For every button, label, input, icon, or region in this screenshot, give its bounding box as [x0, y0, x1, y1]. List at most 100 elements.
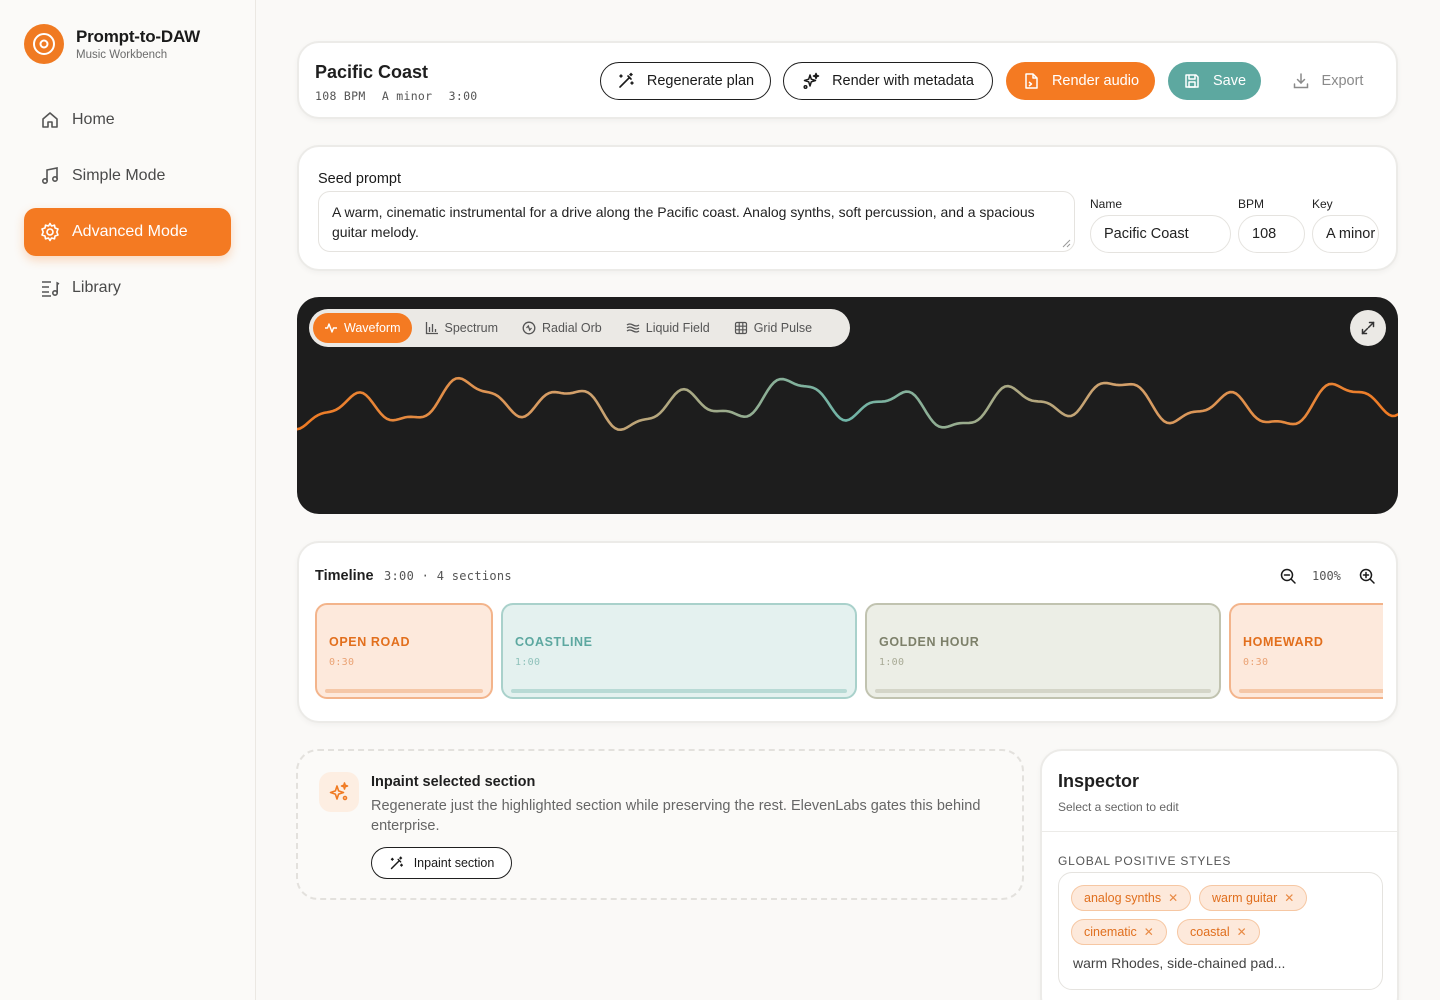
fullscreen-button[interactable] — [1350, 310, 1386, 346]
app-subtitle: Music Workbench — [76, 49, 168, 61]
save-button[interactable]: Save — [1168, 62, 1261, 100]
section-name: COASTLINE — [515, 635, 593, 649]
render-with-metadata-label: Render with metadata — [832, 73, 974, 89]
section-block[interactable]: HOMEWARD 0:30 — [1229, 603, 1383, 699]
sparkles-icon — [803, 72, 820, 90]
tab-label: Waveform — [344, 321, 401, 335]
style-tag[interactable]: coastal ✕ — [1177, 919, 1260, 945]
sparkles-icon — [319, 772, 359, 812]
timeline-sections: OPEN ROAD 0:30 COASTLINE 1:00 GOLDEN HOU… — [315, 603, 1383, 699]
section-block[interactable]: COASTLINE 1:00 — [501, 603, 857, 699]
waves-icon — [626, 323, 640, 333]
section-duration: 1:00 — [515, 657, 541, 668]
section-progress — [325, 689, 483, 693]
bpm-field-label: BPM — [1238, 197, 1265, 211]
timeline-card: Timeline 3:00 · 4 sections 100% OPEN ROA… — [297, 541, 1398, 723]
seed-prompt-textarea[interactable]: A warm, cinematic instrumental for a dri… — [318, 191, 1075, 252]
sidebar-item-advanced-mode[interactable]: Advanced Mode — [24, 208, 231, 256]
sidebar-item-label: Simple Mode — [72, 167, 166, 184]
style-tag[interactable]: warm guitar ✕ — [1199, 885, 1308, 911]
section-name: HOMEWARD — [1243, 635, 1324, 649]
remove-tag-icon[interactable]: ✕ — [1144, 925, 1154, 939]
tab-label: Radial Orb — [542, 321, 602, 335]
seed-prompt-label: Seed prompt — [318, 171, 402, 187]
section-block[interactable]: OPEN ROAD 0:30 — [315, 603, 493, 699]
render-audio-button[interactable]: Render audio — [1006, 62, 1155, 100]
tab-spectrum[interactable]: Spectrum — [414, 313, 510, 343]
zoom-out-icon[interactable] — [1279, 567, 1297, 585]
inpaint-description: Regenerate just the highlighted section … — [371, 798, 981, 834]
section-name: GOLDEN HOUR — [879, 635, 980, 649]
remove-tag-icon[interactable]: ✕ — [1168, 891, 1178, 905]
project-duration: 3:00 — [448, 89, 478, 103]
brand[interactable]: Prompt-to-DAW Music Workbench — [24, 24, 200, 64]
save-icon — [1185, 74, 1199, 88]
timeline-title: Timeline — [315, 568, 374, 584]
style-text-input[interactable]: warm Rhodes, side-chained pad... — [1073, 955, 1285, 971]
inpaint-title: Inpaint selected section — [371, 774, 536, 790]
tab-label: Spectrum — [444, 321, 499, 335]
sidebar-item-home[interactable]: Home — [24, 96, 231, 144]
inpaint-section-button[interactable]: Inpaint section — [371, 847, 512, 879]
style-tag[interactable]: cinematic ✕ — [1071, 919, 1167, 945]
grid-icon — [734, 321, 747, 335]
tab-label: Liquid Field — [645, 321, 710, 335]
inspector-title: Inspector — [1058, 771, 1140, 791]
key-input[interactable]: A minor — [1312, 215, 1379, 253]
regenerate-plan-button[interactable]: Regenerate plan — [600, 62, 771, 100]
gear-icon — [41, 222, 59, 242]
style-tag[interactable]: analog synths ✕ — [1071, 885, 1192, 911]
tab-radial-orb[interactable]: Radial Orb — [511, 313, 613, 343]
zoom-in-icon[interactable] — [1358, 567, 1376, 585]
project-title: Pacific Coast — [315, 62, 429, 82]
sidebar-item-simple-mode[interactable]: Simple Mode — [24, 152, 231, 200]
inpaint-card: Inpaint selected section Regenerate just… — [296, 749, 1024, 900]
name-input[interactable]: Pacific Coast — [1090, 215, 1231, 253]
style-tag-label: warm guitar — [1212, 891, 1278, 905]
sidebar: Prompt-to-DAW Music Workbench Home Simpl… — [0, 0, 256, 1000]
seed-prompt-card: Seed prompt A warm, cinematic instrument… — [297, 145, 1398, 271]
style-tag-label: cinematic — [1084, 925, 1137, 939]
remove-tag-icon[interactable]: ✕ — [1284, 891, 1294, 905]
inpaint-section-label: Inpaint section — [413, 856, 495, 870]
waveform-icon — [325, 323, 337, 333]
render-with-metadata-button[interactable]: Render with metadata — [783, 62, 993, 100]
remove-tag-icon[interactable]: ✕ — [1237, 925, 1247, 939]
styles-tag-input[interactable]: analog synths ✕ warm guitar ✕ cinematic ✕ c… — [1058, 872, 1383, 990]
waveform-line — [297, 376, 1398, 432]
save-label: Save — [1212, 73, 1247, 89]
inspector-subtitle: Select a section to edit — [1058, 800, 1179, 814]
sidebar-item-library[interactable]: Library — [24, 264, 231, 312]
style-tag-label: coastal — [1190, 925, 1230, 939]
resize-handle-icon[interactable] — [1062, 239, 1071, 248]
seed-prompt-text: A warm, cinematic instrumental for a dri… — [332, 204, 1035, 240]
bar-chart-icon — [425, 322, 438, 335]
section-name: OPEN ROAD — [329, 635, 411, 649]
timeline-meta: 3:00 · 4 sections — [384, 569, 512, 583]
project-header: Pacific Coast 108 BPM A minor 3:00 Regen… — [297, 41, 1398, 119]
project-key: A minor — [381, 89, 433, 103]
style-tag-label: analog synths — [1084, 891, 1162, 905]
render-file-icon — [1025, 73, 1038, 89]
home-icon — [42, 112, 58, 128]
tab-waveform[interactable]: Waveform — [313, 313, 412, 343]
timeline-duration: 3:00 — [384, 569, 415, 583]
expand-icon — [1361, 321, 1375, 335]
export-label: Export — [1321, 73, 1364, 89]
export-button[interactable]: Export — [1280, 62, 1375, 100]
sidebar-item-label: Advanced Mode — [72, 223, 188, 240]
project-meta: 108 BPM A minor 3:00 — [315, 89, 487, 103]
orb-icon — [522, 321, 536, 335]
sidebar-item-label: Home — [72, 111, 115, 128]
key-field-label: Key — [1312, 197, 1333, 211]
bpm-input[interactable]: 108 — [1238, 215, 1305, 253]
audio-visualizer: Waveform Spectrum Radial Orb Liquid Fiel… — [297, 297, 1398, 514]
library-icon — [42, 281, 60, 297]
section-block[interactable]: GOLDEN HOUR 1:00 — [865, 603, 1221, 699]
tab-grid-pulse[interactable]: Grid Pulse — [723, 313, 823, 343]
section-duration: 0:30 — [1243, 657, 1269, 668]
visualizer-tabs: Waveform Spectrum Radial Orb Liquid Fiel… — [309, 309, 850, 347]
tab-liquid-field[interactable]: Liquid Field — [615, 313, 721, 343]
section-duration: 0:30 — [329, 657, 355, 668]
project-bpm: 108 BPM — [315, 89, 366, 103]
